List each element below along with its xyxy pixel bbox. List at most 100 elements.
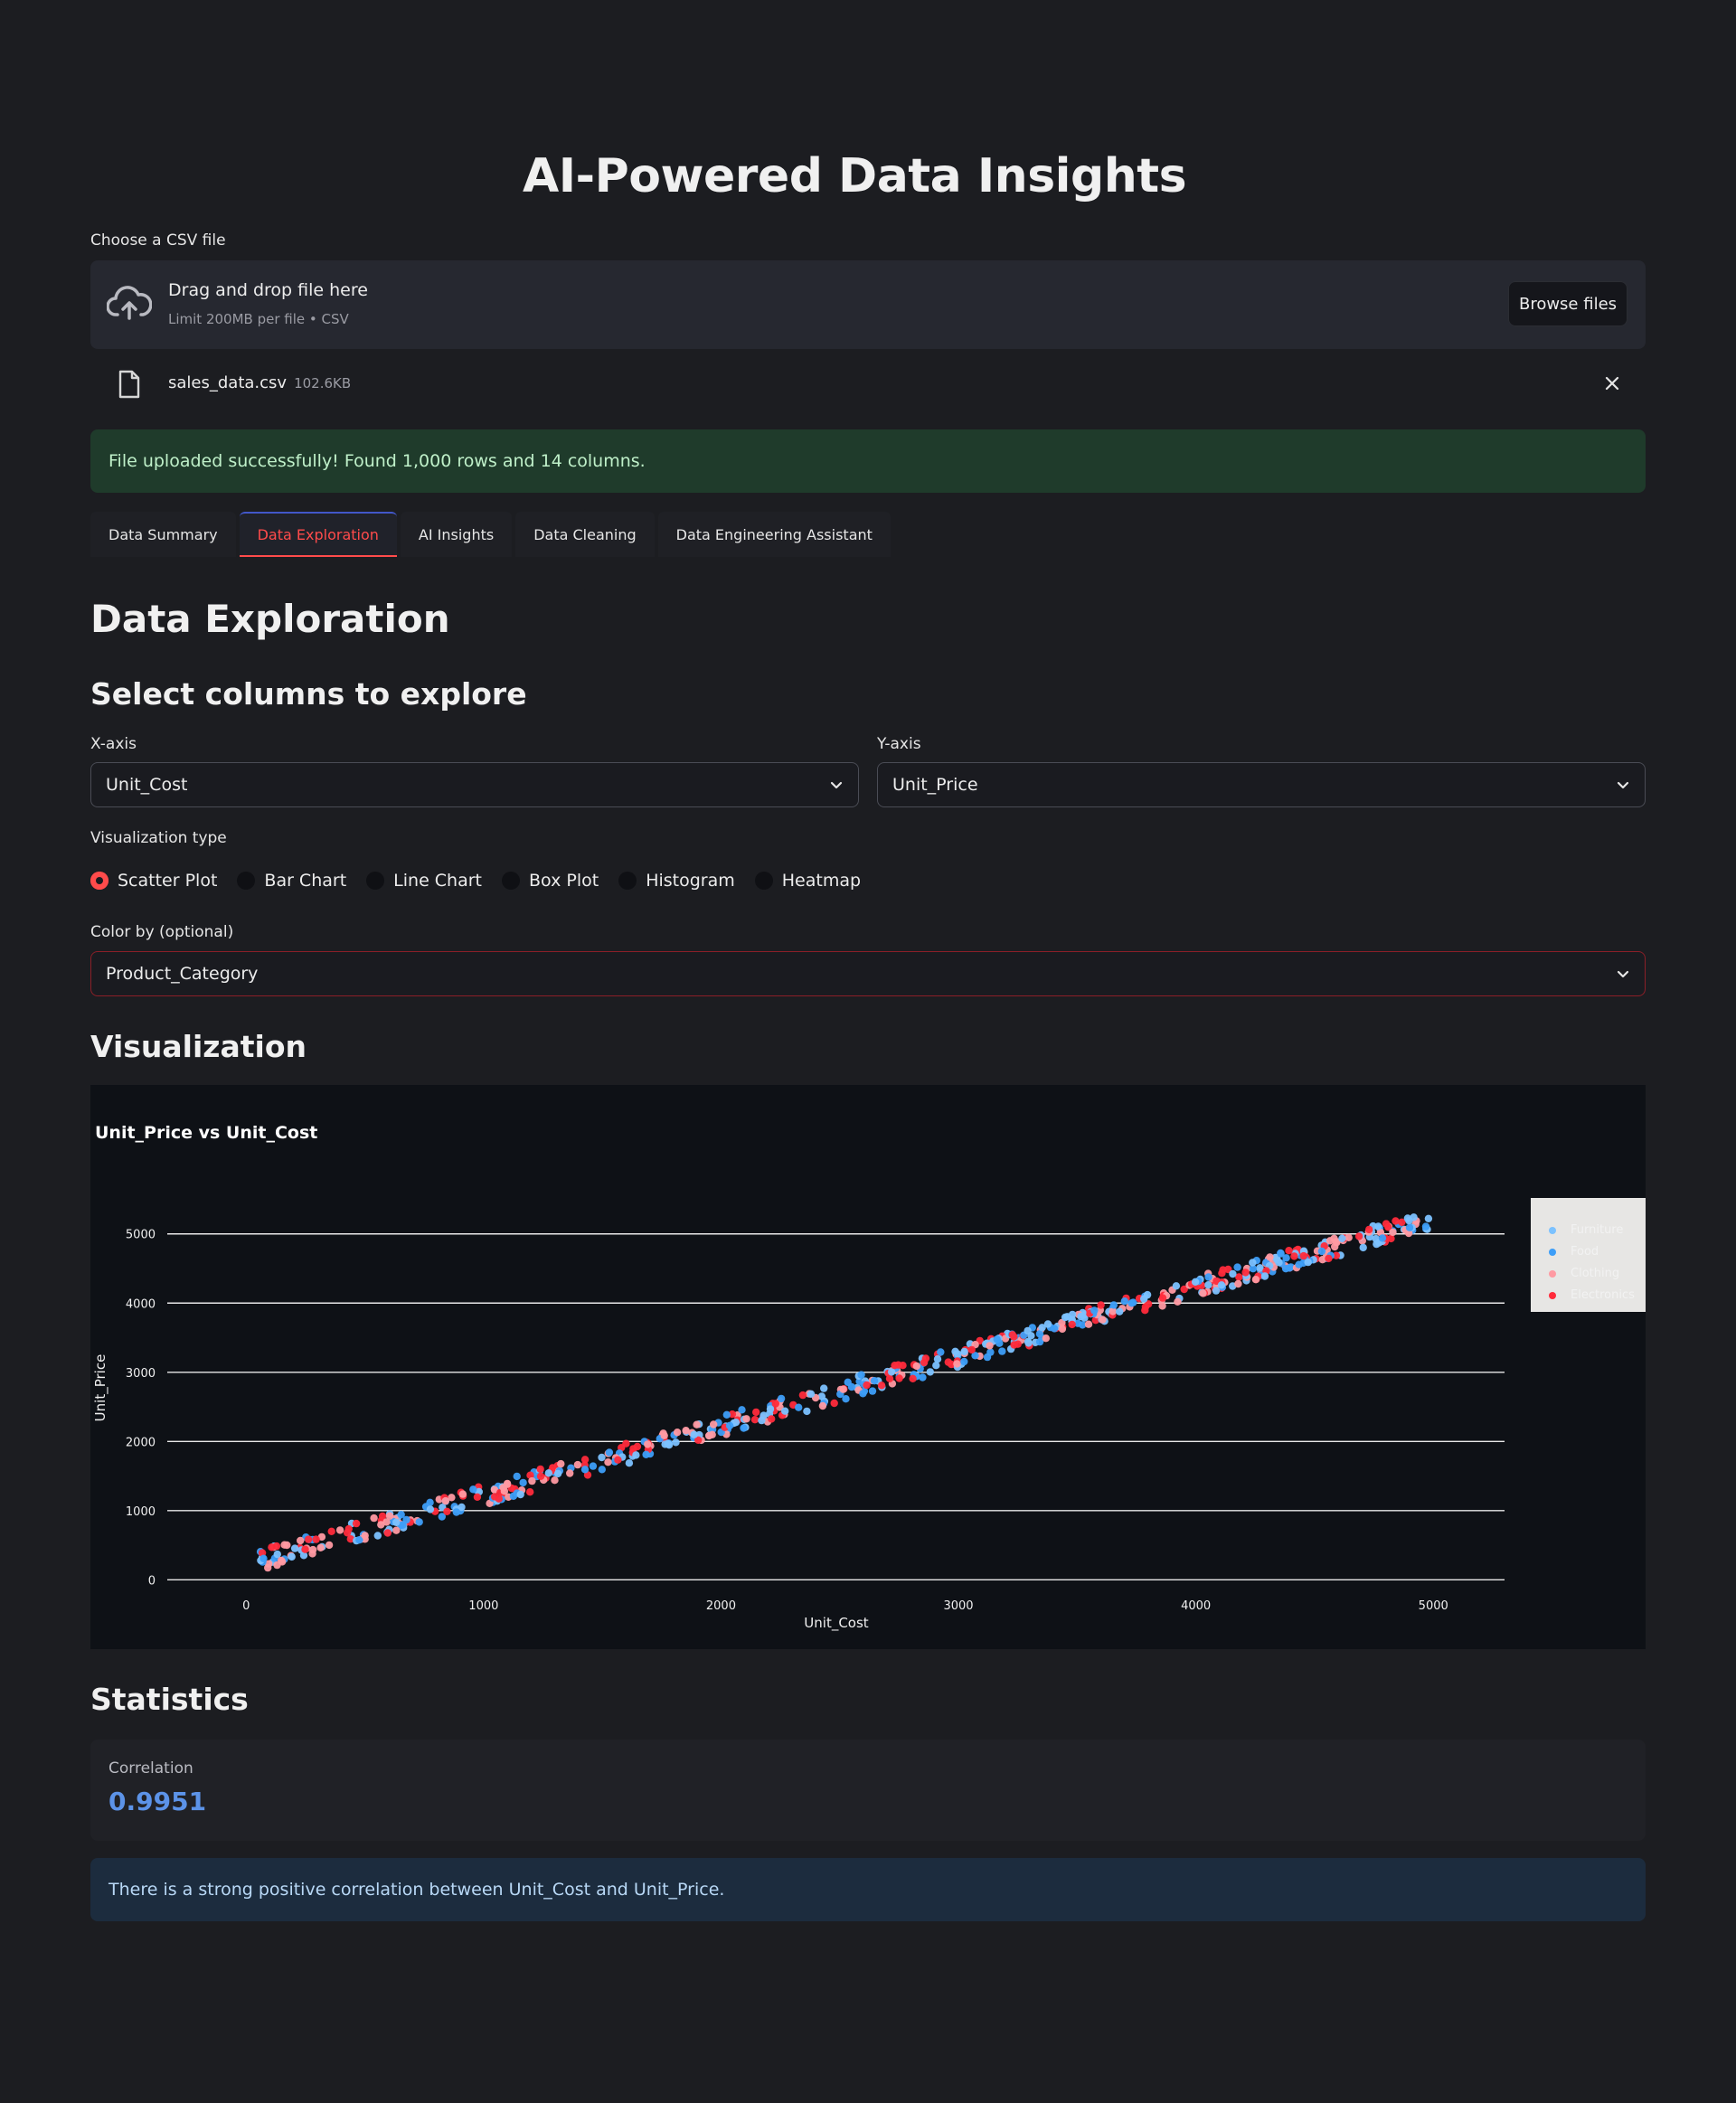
scatter-point [1212,1287,1221,1295]
scatter-point [536,1472,545,1480]
scatter-point [441,1496,449,1505]
scatter-point [960,1347,968,1356]
scatter-point [557,1459,565,1468]
tab-ai-insights[interactable]: AI Insights [400,512,513,557]
legend-item[interactable]: Electronics [1549,1288,1635,1302]
subsection-heading: Select columns to explore [90,676,527,712]
scatter-point [551,1476,559,1485]
scatter-point [1290,1252,1298,1260]
tab-data-exploration[interactable]: Data Exploration [239,512,397,557]
legend-item[interactable]: Clothing [1549,1267,1619,1280]
scatter-point [1405,1223,1414,1231]
scatter-point [660,1431,668,1439]
scatter-point [415,1518,423,1526]
scatter-point [458,1490,467,1498]
y-tick-label: 5000 [126,1229,156,1242]
scatter-point [1058,1325,1067,1334]
y-axis-value: Unit_Price [892,775,978,795]
correlation-metric: Correlation 0.9951 [90,1740,1646,1841]
tab-data-engineering-assistant[interactable]: Data Engineering Assistant [657,512,891,557]
x-axis-select[interactable]: Unit_Cost [90,762,859,807]
scatter-point [1050,1325,1059,1333]
scatter-point [1077,1312,1085,1321]
scatter-point [1014,1340,1022,1348]
legend-swatch [1549,1291,1556,1299]
x-tick-label: 5000 [1419,1599,1448,1613]
scatter-point [625,1459,634,1467]
tab-data-summary[interactable]: Data Summary [90,512,236,557]
scatter-point [392,1526,401,1534]
scatter-point [1158,1294,1167,1302]
chart-legend[interactable]: Furniture Food Clothing Electronics [1531,1198,1646,1312]
scatter-point [926,1368,934,1376]
scatter-point [944,1358,952,1366]
scatter-point [598,1466,606,1474]
scatter-point [1326,1237,1335,1245]
scatter-point [954,1350,962,1358]
file-name: sales_data.csv [168,373,288,392]
file-icon [118,370,140,399]
scatter-point [932,1362,940,1370]
remove-file-button[interactable] [1597,368,1628,399]
scatter-point [327,1527,335,1535]
scatter-point [803,1407,811,1416]
scatter-point [288,1552,296,1561]
scatter-point [1266,1253,1274,1261]
scatter-point [1392,1217,1400,1225]
radio-heatmap[interactable]: Heatmap [754,871,861,891]
scatter-point [877,1382,886,1390]
x-tick-label: 3000 [943,1599,973,1613]
scatter-point [1116,1307,1124,1316]
radio-scatter-plot[interactable]: Scatter Plot [90,871,217,891]
scatter-point [268,1543,276,1551]
scatter-point [998,1347,1006,1355]
radio-histogram[interactable]: Histogram [618,871,735,891]
scatter-point [1233,1263,1241,1271]
scatter-point [830,1399,838,1408]
radio-icon [502,872,521,890]
radio-box-plot[interactable]: Box Plot [502,871,599,891]
x-tick-label: 1000 [468,1599,498,1613]
scatter-point [1389,1228,1397,1237]
scatter-point [644,1440,652,1448]
scatter-point [452,1508,460,1516]
radio-bar-chart[interactable]: Bar Chart [237,871,346,891]
x-axis-label: X-axis [90,735,137,753]
legend-item[interactable]: Furniture [1549,1223,1623,1237]
y-axis-select[interactable]: Unit_Price [877,762,1646,807]
scatter-point [1127,1299,1136,1307]
scatter-point [1099,1316,1107,1324]
scatter-point [503,1480,512,1488]
scatter-point [598,1453,606,1462]
browse-files-button[interactable]: Browse files [1508,281,1628,326]
scatter-point [1191,1278,1200,1286]
color-by-select[interactable]: Product_Category [90,951,1646,996]
scatter-point [604,1458,612,1466]
scatter-point [986,1342,994,1350]
scatter-point [895,1374,903,1382]
scatter-plot-area: 0 1000 2000 3000 4000 5000 0 1000 2000 3000 4000 50… [92,1213,1505,1632]
scatter-point [953,1360,961,1368]
scatter-point [573,1460,582,1469]
scatter-point [632,1451,640,1459]
scatter-point [704,1431,713,1440]
radio-line-chart[interactable]: Line Chart [366,871,482,891]
file-dropzone[interactable]: Drag and drop file here Limit 200MB per … [90,260,1646,349]
scatter-point [361,1532,369,1540]
scatter-point [912,1362,920,1371]
scatter-point [308,1545,317,1554]
scatter-point [1317,1247,1326,1256]
viz-type-label: Visualization type [90,829,227,847]
scatter-point [1295,1260,1303,1268]
scatter-point [1260,1272,1269,1280]
scatter-point [1090,1306,1099,1315]
color-by-label: Color by (optional) [90,923,234,941]
scatter-point [1068,1310,1077,1319]
legend-swatch [1549,1226,1556,1234]
scatter-point [842,1395,850,1403]
scatter-point [1217,1281,1226,1289]
legend-item[interactable]: Food [1549,1245,1599,1259]
scatter-point [377,1521,385,1529]
tab-data-cleaning[interactable]: Data Cleaning [515,512,655,557]
scatter-point [1421,1222,1430,1231]
